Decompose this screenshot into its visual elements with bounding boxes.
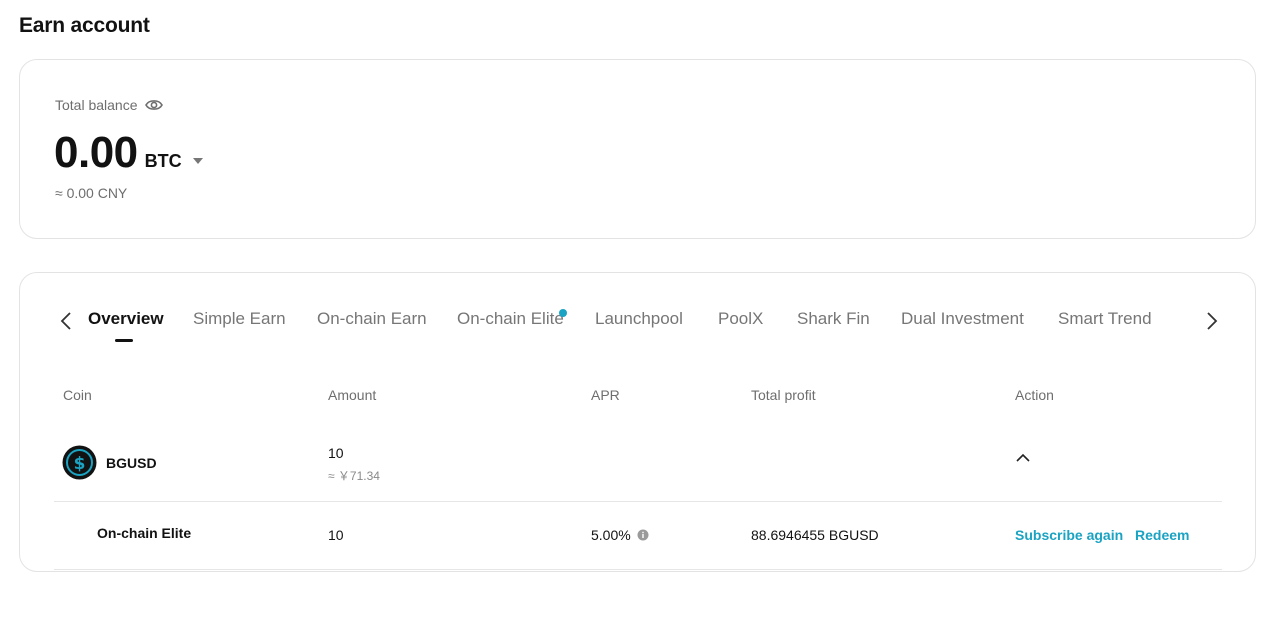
tab-poolx[interactable]: PoolX [718,309,763,329]
tab-launchpool[interactable]: Launchpool [595,309,683,329]
sub-row-apr-cell: 5.00% [591,527,649,543]
redeem-button[interactable]: Redeem [1135,527,1189,543]
total-balance-label: Total balance [55,97,138,113]
info-icon[interactable] [637,529,649,541]
balance-value: 0.00 [54,128,138,177]
asset-amount: 10 [328,445,344,461]
tab-shark-fin[interactable]: Shark Fin [797,309,870,329]
chevron-up-icon[interactable] [1015,451,1031,463]
balance-unit[interactable]: BTC [145,151,182,172]
balance-fiat: ≈ 0.00 CNY [55,185,128,201]
chevron-left-icon[interactable] [54,309,78,333]
svg-text:$: $ [74,454,86,474]
balance-label-row: Total balance [55,97,163,113]
column-header-amount: Amount [328,387,377,403]
subscribe-again-button[interactable]: Subscribe again [1015,527,1123,543]
coin-name: BGUSD [106,454,157,471]
balance-card: Total balance 0.00 BTC ≈ 0.00 CNY [19,59,1256,239]
tab-on-chain-earn[interactable]: On-chain Earn [317,309,427,329]
overview-card: Overview Simple Earn On-chain Earn On-ch… [19,272,1256,572]
dollar-coin-icon: $ [62,445,97,480]
asset-amount-fiat: ≈ ￥71.34 [328,469,380,483]
tab-overview[interactable]: Overview [88,309,164,329]
asset-row: $ BGUSD [62,445,157,480]
sub-row-apr: 5.00% [591,527,631,543]
sub-row-total-profit: 88.6946455 BGUSD [751,527,879,543]
row-divider [54,501,1222,502]
tab-notification-dot [559,309,567,317]
column-header-apr: APR [591,387,620,403]
page-title: Earn account [19,14,150,37]
table-bottom-divider [54,569,1222,570]
active-tab-underline [115,339,133,342]
tab-simple-earn[interactable]: Simple Earn [193,309,286,329]
tab-dual-investment[interactable]: Dual Investment [901,309,1024,329]
sub-row-product: On-chain Elite [97,525,192,541]
caret-down-icon[interactable] [192,152,204,164]
column-header-coin: Coin [63,387,92,403]
column-header-action: Action [1015,387,1054,403]
chevron-right-icon[interactable] [1200,309,1224,333]
tab-on-chain-elite[interactable]: On-chain Elite [457,309,564,329]
product-tabs: Overview Simple Earn On-chain Earn On-ch… [54,309,1222,345]
eye-icon[interactable] [144,98,163,112]
balance-row: 0.00 BTC [54,128,204,178]
tab-smart-trend[interactable]: Smart Trend [1058,309,1152,329]
sub-row-amount: 10 [328,527,344,543]
column-header-total-profit: Total profit [751,387,816,403]
